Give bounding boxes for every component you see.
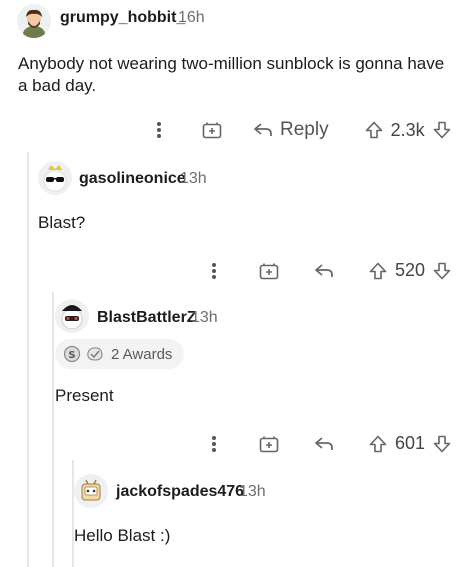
save-icon[interactable] — [202, 121, 222, 139]
upvote-icon[interactable] — [369, 435, 387, 453]
downvote-icon[interactable] — [433, 435, 451, 453]
username[interactable]: jackofspades476 — [116, 483, 244, 501]
avatar[interactable] — [55, 299, 89, 333]
silver-award-icon: S — [63, 345, 81, 363]
upvote-icon[interactable] — [365, 121, 383, 139]
comment-actions: Reply 2.3k — [150, 119, 451, 141]
thread-line-level-3 — [72, 460, 74, 567]
timestamp: 16h — [178, 9, 205, 26]
svg-text:S: S — [68, 350, 75, 361]
reply-arrow-icon[interactable] — [254, 123, 272, 137]
more-options-icon[interactable] — [205, 262, 223, 280]
more-options-icon[interactable] — [205, 435, 223, 453]
username[interactable]: BlastBattlerZ — [97, 309, 197, 327]
reply-arrow-icon[interactable] — [315, 436, 333, 451]
upvote-icon[interactable] — [369, 262, 387, 280]
thread-line-level-1 — [27, 152, 29, 567]
save-icon[interactable] — [259, 262, 279, 280]
awards-pill[interactable]: S 2 Awards — [55, 339, 185, 369]
avatar[interactable] — [74, 474, 108, 508]
comment-text: Present — [55, 386, 114, 405]
vote-score: 601 — [395, 433, 426, 453]
username[interactable]: gasolineonice — [79, 170, 186, 188]
reply-button[interactable]: Reply — [280, 119, 329, 141]
timestamp: 13h — [191, 309, 218, 326]
comment-text: Blast? — [38, 213, 86, 232]
downvote-icon[interactable] — [433, 121, 451, 139]
comment-text: Anybody not wearing two-million sunblock… — [18, 54, 445, 95]
comment-actions: 601 — [205, 433, 451, 454]
more-options-icon[interactable] — [150, 121, 168, 139]
timestamp: 13h — [180, 170, 207, 187]
vote-score: 520 — [395, 260, 426, 280]
vote-score: 2.3k — [390, 119, 425, 140]
helpful-award-icon — [85, 345, 105, 363]
thread-line-level-2 — [52, 292, 54, 567]
username[interactable]: grumpy_hobbit_ — [60, 9, 185, 27]
avatar[interactable] — [17, 4, 51, 38]
timestamp: 13h — [239, 483, 266, 500]
save-icon[interactable] — [259, 435, 279, 453]
awards-count: 2 Awards — [111, 345, 173, 363]
comment-text: Hello Blast :) — [74, 526, 171, 545]
comment-actions: 520 — [205, 260, 451, 281]
downvote-icon[interactable] — [433, 262, 451, 280]
avatar[interactable] — [38, 161, 72, 195]
reply-arrow-icon[interactable] — [315, 263, 333, 278]
